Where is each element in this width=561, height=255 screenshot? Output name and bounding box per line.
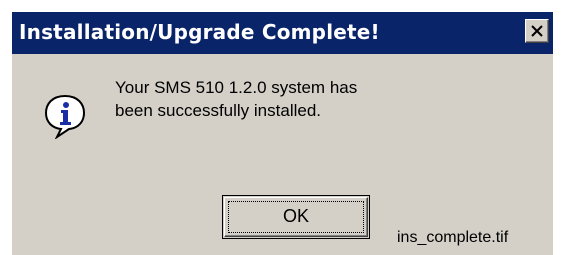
message-text: Your SMS 510 1.2.0 system has been succe… [115,76,357,122]
ok-button-label: OK [282,206,309,226]
close-button[interactable] [525,19,549,43]
title-bar: Installation/Upgrade Complete! [12,12,553,54]
ok-button[interactable]: OK [222,195,370,239]
installation-complete-dialog: Installation/Upgrade Complete! Your SMS … [12,12,553,255]
dialog-title: Installation/Upgrade Complete! [19,20,380,44]
close-icon [531,25,543,37]
message-line-1: Your SMS 510 1.2.0 system has [115,78,358,97]
information-icon [44,94,86,139]
image-caption: ins_complete.tif [397,229,509,246]
message-line-2: been successfully installed. [115,101,322,120]
